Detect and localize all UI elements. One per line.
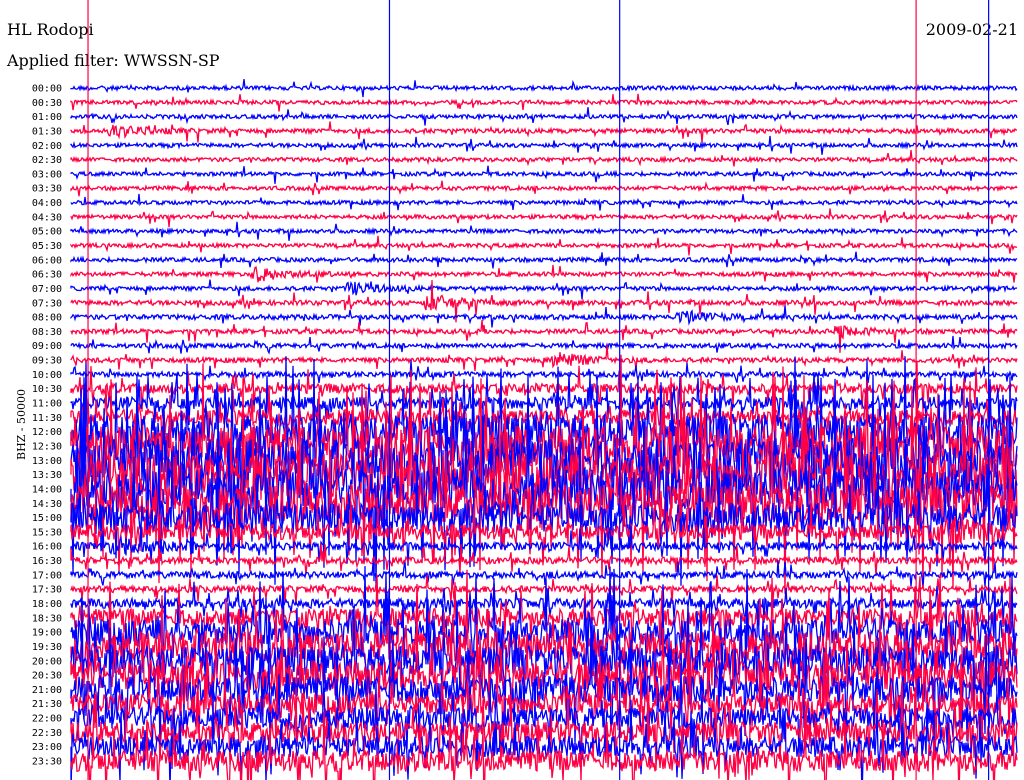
row-label: 19:30 — [32, 642, 62, 653]
trace-0430 — [70, 208, 1018, 228]
trace-0030 — [70, 93, 1018, 112]
row-label: 02:00 — [32, 141, 62, 152]
trace-0800 — [70, 305, 1018, 328]
trace-0300 — [70, 165, 1018, 184]
row-label: 10:00 — [32, 370, 62, 381]
row-label: 06:00 — [32, 255, 62, 266]
row-label: 20:00 — [32, 656, 62, 667]
row-label: 04:30 — [32, 212, 62, 223]
row-label: 07:30 — [32, 298, 62, 309]
row-label: 03:30 — [32, 184, 62, 195]
row-label: 01:30 — [32, 126, 62, 137]
row-label: 18:00 — [32, 599, 62, 610]
row-label: 22:00 — [32, 714, 62, 725]
row-label: 00:30 — [32, 98, 62, 109]
row-label: 07:00 — [32, 284, 62, 295]
trace-0330 — [70, 180, 1018, 197]
trace-0600 — [70, 251, 1018, 269]
row-label: 20:30 — [32, 671, 62, 682]
row-label: 08:00 — [32, 313, 62, 324]
trace-0130 — [70, 121, 1018, 143]
row-label: 21:00 — [32, 685, 62, 696]
row-label: 06:30 — [32, 270, 62, 281]
row-label: 05:00 — [32, 227, 62, 238]
row-label: 15:00 — [32, 513, 62, 524]
row-label: 16:30 — [32, 556, 62, 567]
trace-0930 — [70, 345, 1018, 372]
trace-0500 — [70, 221, 1018, 241]
trace-0230 — [70, 149, 1018, 167]
row-label: 23:30 — [32, 757, 62, 768]
trace-0700 — [70, 279, 1018, 300]
row-label: 08:30 — [32, 327, 62, 338]
row-label: 11:00 — [32, 399, 62, 410]
row-label: 01:00 — [32, 112, 62, 123]
trace-0400 — [70, 193, 1018, 211]
row-label: 23:00 — [32, 742, 62, 753]
row-label: 09:00 — [32, 341, 62, 352]
trace-0000 — [70, 79, 1018, 98]
trace-0100 — [70, 107, 1018, 126]
trace-0830 — [70, 320, 1018, 353]
row-label: 12:00 — [32, 427, 62, 438]
helicorder-plot: 00:00 00:30 01:00 01:30 02:00 02:30 03:00 03:30… — [32, 0, 1018, 780]
row-label: 04:00 — [32, 198, 62, 209]
row-label: 14:00 — [32, 484, 62, 495]
row-label: 21:30 — [32, 699, 62, 710]
row-label: 02:30 — [32, 155, 62, 166]
row-label: 15:30 — [32, 527, 62, 538]
row-label: 11:30 — [32, 413, 62, 424]
row-label: 00:00 — [32, 84, 62, 95]
row-label: 13:30 — [32, 470, 62, 481]
row-label: 12:30 — [32, 441, 62, 452]
trace-0200 — [70, 135, 1018, 155]
row-label: 13:00 — [32, 456, 62, 467]
trace-0900 — [70, 335, 1018, 355]
row-label: 09:30 — [32, 356, 62, 367]
row-label: 22:30 — [32, 728, 62, 739]
row-label: 14:30 — [32, 499, 62, 510]
row-label: 17:00 — [32, 570, 62, 581]
trace-0530 — [70, 235, 1018, 256]
row-label: 16:00 — [32, 542, 62, 553]
trace-0630 — [70, 264, 1018, 283]
row-label: 18:30 — [32, 613, 62, 624]
row-label: 05:30 — [32, 241, 62, 252]
row-label: 10:30 — [32, 384, 62, 395]
row-label: 03:00 — [32, 169, 62, 180]
row-label: 17:30 — [32, 585, 62, 596]
row-label: 19:00 — [32, 628, 62, 639]
